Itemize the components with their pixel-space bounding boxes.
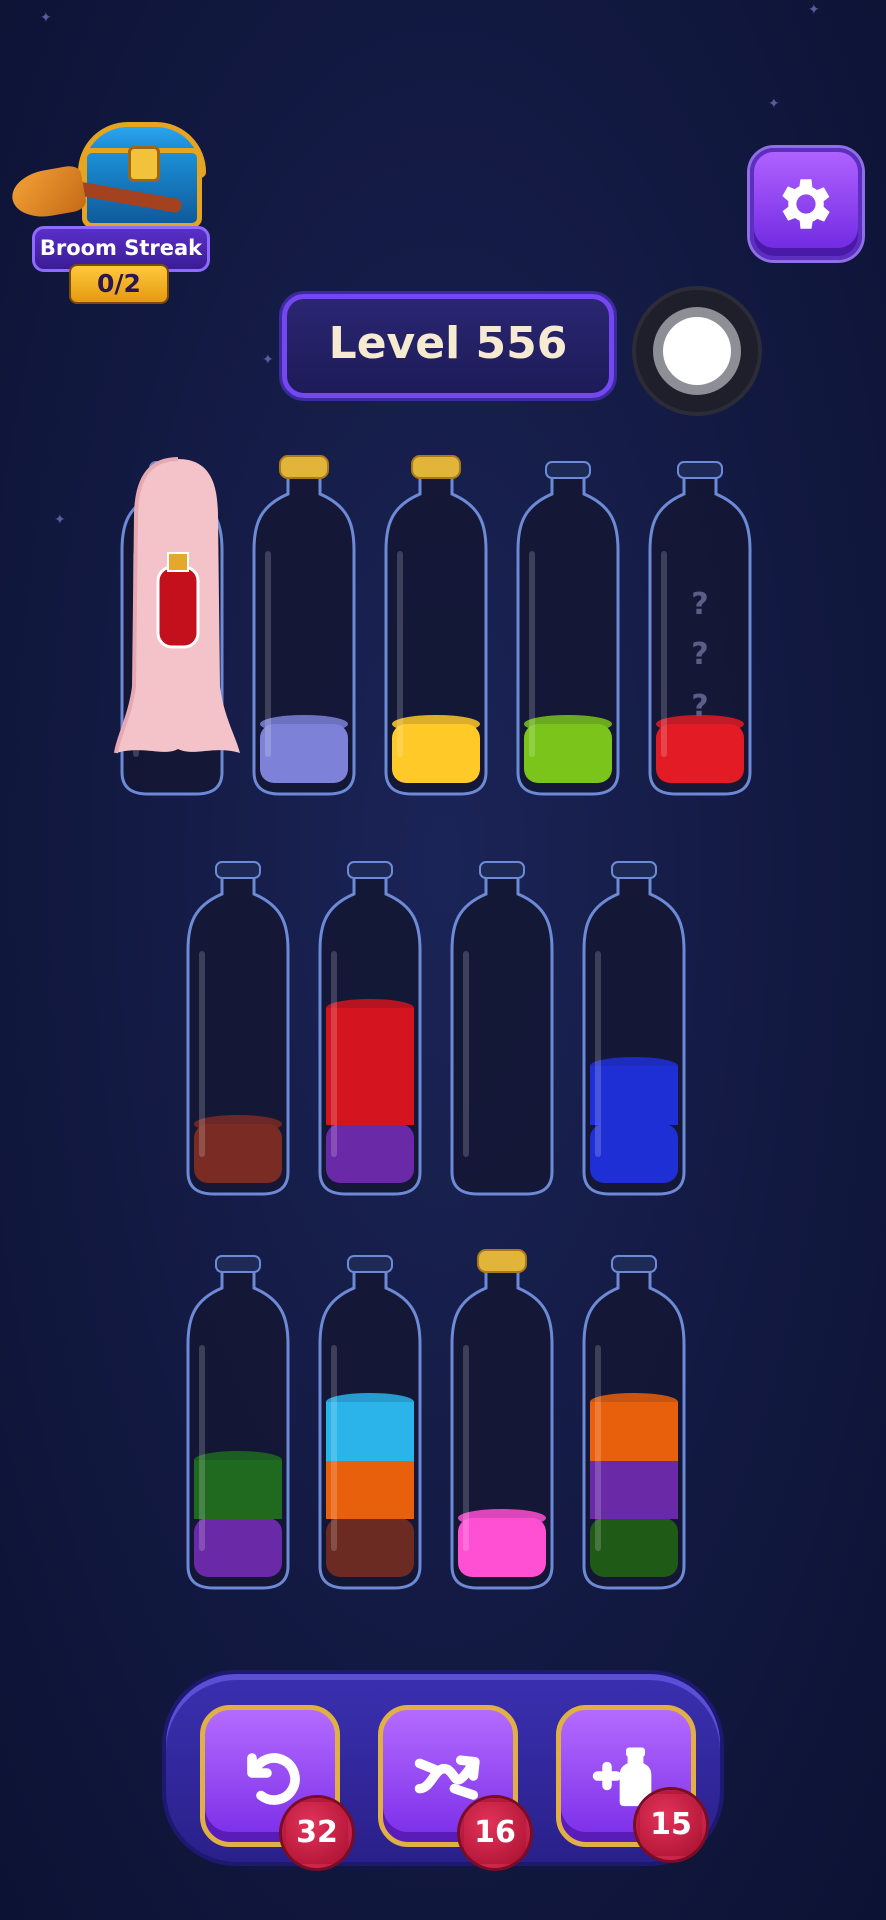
bottle[interactable] xyxy=(578,854,690,1199)
liquid-surface xyxy=(458,1509,546,1527)
bottle-cork-icon xyxy=(279,455,329,479)
bottle-rim xyxy=(215,1255,261,1273)
bottle-rim xyxy=(347,1255,393,1273)
liquid-layer xyxy=(326,1518,414,1577)
settings-button[interactable] xyxy=(750,148,862,260)
bottle[interactable] xyxy=(314,1248,426,1593)
mystery-mark: ? xyxy=(691,689,708,724)
bottle[interactable] xyxy=(512,454,624,799)
liquid-surface xyxy=(524,715,612,733)
liquid-layer xyxy=(590,1518,678,1577)
gear-icon xyxy=(782,179,830,229)
bottle[interactable] xyxy=(446,854,558,1199)
bottle[interactable] xyxy=(248,454,360,799)
bottle[interactable] xyxy=(182,1248,294,1593)
streak-progress: 0/2 xyxy=(69,264,169,304)
liquid-surface xyxy=(590,1057,678,1075)
mystery-mark: ? xyxy=(691,637,708,672)
record-dot xyxy=(663,317,731,385)
bottle-rim xyxy=(215,861,261,879)
add-bottle-count-badge: 15 xyxy=(636,1790,706,1860)
bottle[interactable] xyxy=(182,854,294,1199)
bottle-rim xyxy=(611,861,657,879)
shuffle-icon xyxy=(414,1755,480,1800)
mystery-mark: ? xyxy=(691,587,708,622)
liquid-surface xyxy=(326,999,414,1017)
bottle[interactable] xyxy=(446,1248,558,1593)
liquid-surface xyxy=(326,1393,414,1411)
bottle-rim xyxy=(677,461,723,479)
bottle-rim xyxy=(545,461,591,479)
star-decoration: ✦ xyxy=(808,2,820,18)
liquid-layer xyxy=(326,1066,414,1125)
bottle-rim xyxy=(347,861,393,879)
star-decoration: ✦ xyxy=(768,96,780,112)
bottle[interactable] xyxy=(314,854,426,1199)
broom-icon xyxy=(8,164,88,222)
liquid-layer xyxy=(194,1518,282,1577)
liquid-surface xyxy=(194,1451,282,1469)
undo-icon xyxy=(247,1753,300,1805)
bottle-cork-icon xyxy=(411,455,461,479)
liquid-surface xyxy=(260,715,348,733)
bottle[interactable] xyxy=(578,1248,690,1593)
liquid-layer xyxy=(326,1460,414,1519)
star-decoration: ✦ xyxy=(54,512,66,528)
bottle[interactable]: ??? xyxy=(644,454,756,799)
bottle-rim xyxy=(611,1255,657,1273)
broom-streak-badge[interactable]: Broom Streak 0/2 xyxy=(8,118,210,304)
chest-lock-icon xyxy=(128,146,160,182)
liquid-surface xyxy=(392,715,480,733)
undo-count-badge: 32 xyxy=(282,1798,352,1868)
bottle-rim xyxy=(479,861,525,879)
liquid-surface xyxy=(194,1115,282,1133)
liquid-layer xyxy=(590,1460,678,1519)
level-label: Level 556 xyxy=(282,294,614,398)
liquid-layer xyxy=(590,1124,678,1183)
record-button[interactable] xyxy=(636,290,758,412)
star-decoration: ✦ xyxy=(40,10,52,26)
shuffle-count-badge: 16 xyxy=(460,1798,530,1868)
liquid-surface xyxy=(590,1393,678,1411)
bottle[interactable] xyxy=(380,454,492,799)
bottle-cork-icon xyxy=(477,1249,527,1273)
star-decoration: ✦ xyxy=(262,352,274,368)
ghost-cover xyxy=(114,457,242,757)
liquid-layer xyxy=(326,1124,414,1183)
